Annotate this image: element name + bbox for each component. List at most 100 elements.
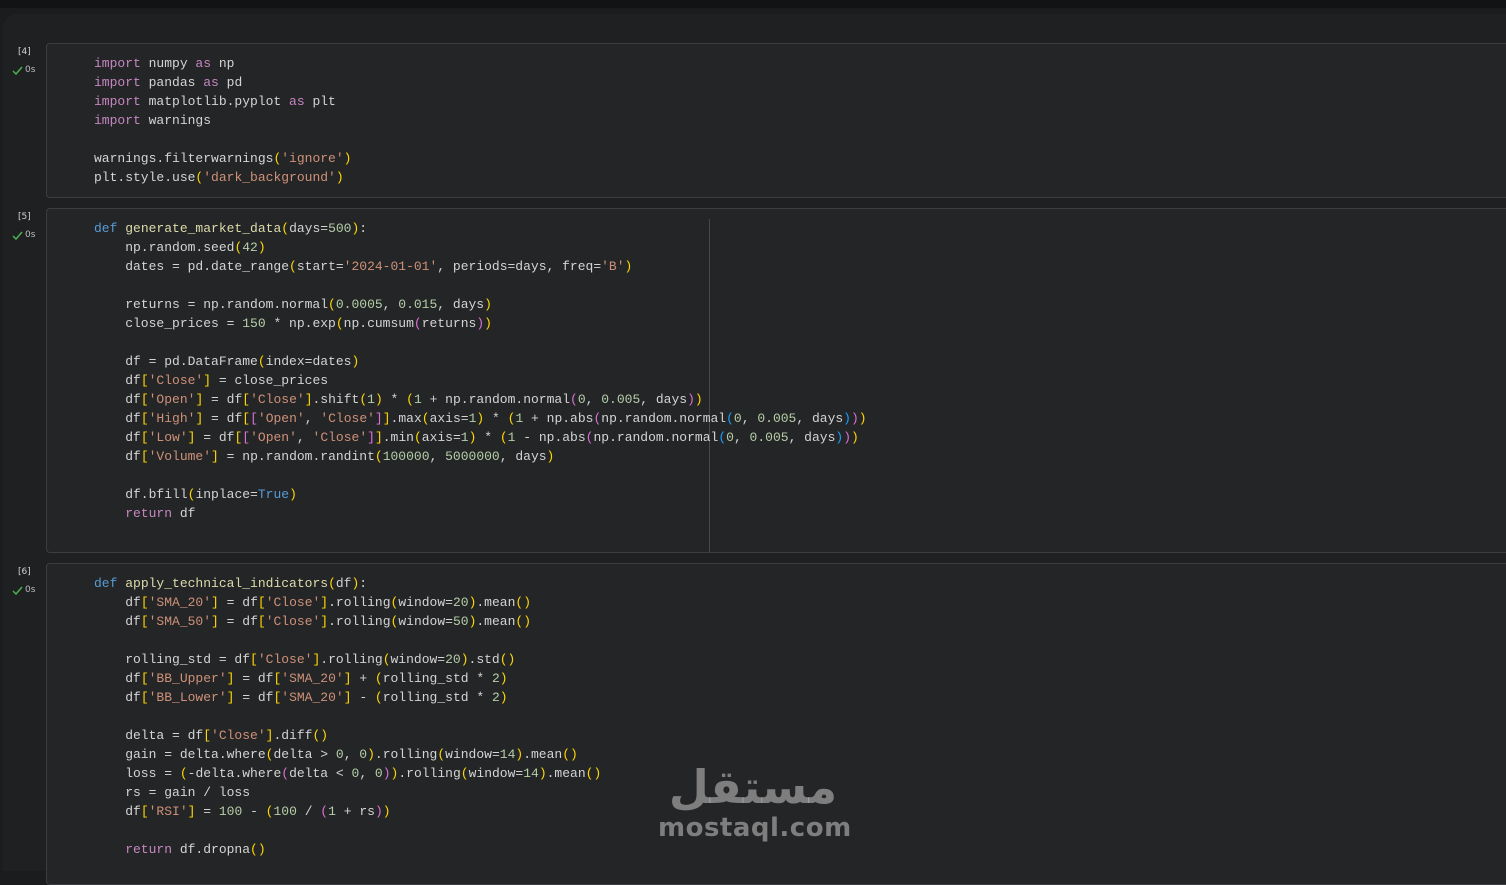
code-token: 0 [733,411,742,426]
code-line[interactable]: df['High'] = df[['Open', 'Close']].max(a… [94,409,866,428]
code-token: , [359,766,375,781]
code-token: ] [211,614,219,629]
code-token: ] [382,411,391,426]
code-token: df.bfill [94,487,188,502]
window-top-bar [0,0,1506,8]
code-token: df [94,595,141,610]
run-time: 0s [25,65,36,75]
code-line[interactable]: df['Close'] = close_prices [94,371,867,390]
code-token: 14 [523,766,539,781]
code-line[interactable] [94,466,867,485]
code-line[interactable]: dates = pd.date_range(start='2024-01-01'… [94,257,867,276]
checkmark-icon [12,586,23,595]
code-token: : [359,576,368,591]
code-line[interactable]: close_prices = 150 * np.exp(np.cumsum(re… [94,314,867,333]
code-line[interactable]: import warnings [94,111,351,130]
code-editor[interactable]: import numpy as np import pandas as pd imp… [46,43,1506,198]
code-token: 0 [335,747,344,762]
code-line[interactable]: rolling_std = df['Close'].rolling(window… [94,650,601,669]
code-token: .min [382,430,414,445]
code-token: import [94,113,141,128]
code-line[interactable]: return df [94,504,867,523]
code-token: axis= [429,411,469,426]
code-token: .diff [273,728,313,743]
code-token: 'Close' [250,392,305,407]
code-line[interactable]: df['Low'] = df[['Open', 'Close']].min(ax… [94,428,867,447]
code-line[interactable] [94,276,867,295]
code-line[interactable]: np.random.seed(42) [94,238,867,257]
code-token: as [289,94,305,109]
run-status[interactable]: 0s [12,230,35,240]
code-token: ] [304,392,313,407]
code-line[interactable]: df['SMA_50'] = df['Close'].rolling(windo… [94,612,601,631]
code-line[interactable]: df['RSI'] = 100 - (100 / (1 + rs)) [94,802,601,821]
code-line[interactable]: plt.style.use('dark_background') [94,168,351,187]
code-token: .max [390,411,422,426]
code-token: ) [499,671,508,686]
code-line[interactable]: df = pd.DataFrame(index=dates) [94,352,867,371]
code-line[interactable]: def generate_market_data(days=500): [94,219,867,238]
code-line[interactable]: returns = np.random.normal(0.0005, 0.015… [94,295,867,314]
code-token: = close_prices [211,373,329,388]
code-token: close_prices = [94,316,243,331]
code-line[interactable]: rs = gain / loss [94,783,601,802]
code-token: 100 [218,804,243,819]
code-editor[interactable]: def apply_technical_indicators(df): df['… [46,563,1506,885]
code-token: + rs [335,804,375,819]
code-line[interactable]: df.bfill(inplace=True) [94,485,867,504]
code-token: ) [382,766,391,781]
code-line[interactable]: warnings.filterwarnings('ignore') [94,149,351,168]
code-line[interactable]: def apply_technical_indicators(df): [94,574,601,593]
code-token: df [94,449,141,464]
code-token: .mean [546,766,586,781]
code-line[interactable] [94,333,867,352]
code-editor[interactable]: def generate_market_data(days=500): np.r… [46,208,1506,553]
code-cell-2[interactable]: [5] 0s def generate_market_data(days=500… [3,208,1506,553]
code-token: [ [140,430,149,445]
code-line[interactable]: import numpy as np [94,54,351,73]
code-cell-1[interactable]: [4] 0s import numpy as np import pandas a… [3,43,1506,198]
code-token: ) [843,411,851,426]
code-token: ( [460,766,469,781]
code-token: df [94,671,141,686]
code-line[interactable]: df['SMA_20'] = df['Close'].rolling(windo… [94,593,601,612]
code-token: ( [335,316,344,331]
run-status[interactable]: 0s [12,585,35,595]
code-token: 0.015 [398,297,438,312]
code-line[interactable]: df['Open'] = df['Close'].shift(1) * (1 +… [94,390,867,409]
code-line[interactable]: delta = df['Close'].diff() [94,726,601,745]
code-token: gain = delta.where [94,747,266,762]
code-token: 'SMA_20' [148,595,212,610]
code-line[interactable]: import pandas as pd [94,73,351,92]
code-line[interactable]: df['BB_Upper'] = df['SMA_20'] + (rolling… [94,669,601,688]
code-line[interactable] [94,707,601,726]
code-line[interactable]: df['Volume'] = np.random.randint(100000,… [94,447,867,466]
code-token: 14 [499,747,516,762]
code-line[interactable] [94,631,601,650]
code-line[interactable]: gain = delta.where (delta > 0, 0).rolling… [94,745,601,764]
run-status[interactable]: 0s [12,65,35,75]
execution-count: [5] [18,212,31,222]
code-line[interactable]: return df.dropna() [94,840,601,859]
code-content[interactable]: import numpy as np import pandas as pd imp… [94,54,351,187]
code-cell-3[interactable]: [6] 0s def apply_technical_indicators(df… [3,563,1506,885]
code-line[interactable]: loss = (-delta.where(delta < 0, 0)).roll… [94,764,601,783]
code-content[interactable]: def apply_technical_indicators(df): df['… [94,574,601,859]
code-token: 1 [367,392,375,407]
code-line[interactable]: df['BB_Lower'] = df['SMA_20'] - (rolling… [94,688,601,707]
code-token: ) [484,297,492,312]
code-token: () [515,595,531,610]
code-line[interactable]: import matplotlib.pyplot as plt [94,92,351,111]
code-line[interactable] [94,130,351,149]
code-token: import [94,94,141,109]
code-token: as [203,75,219,90]
code-line[interactable] [94,821,601,840]
code-token: loss = [94,766,180,781]
code-token: return [94,506,173,521]
code-token: , [296,430,313,445]
code-token: ) [460,652,469,667]
code-token: window= [398,595,453,610]
code-token: warnings.filterwarnings [94,151,274,166]
code-content[interactable]: def generate_market_data(days=500): np.r… [94,219,867,523]
code-token: 0.005 [757,411,797,426]
